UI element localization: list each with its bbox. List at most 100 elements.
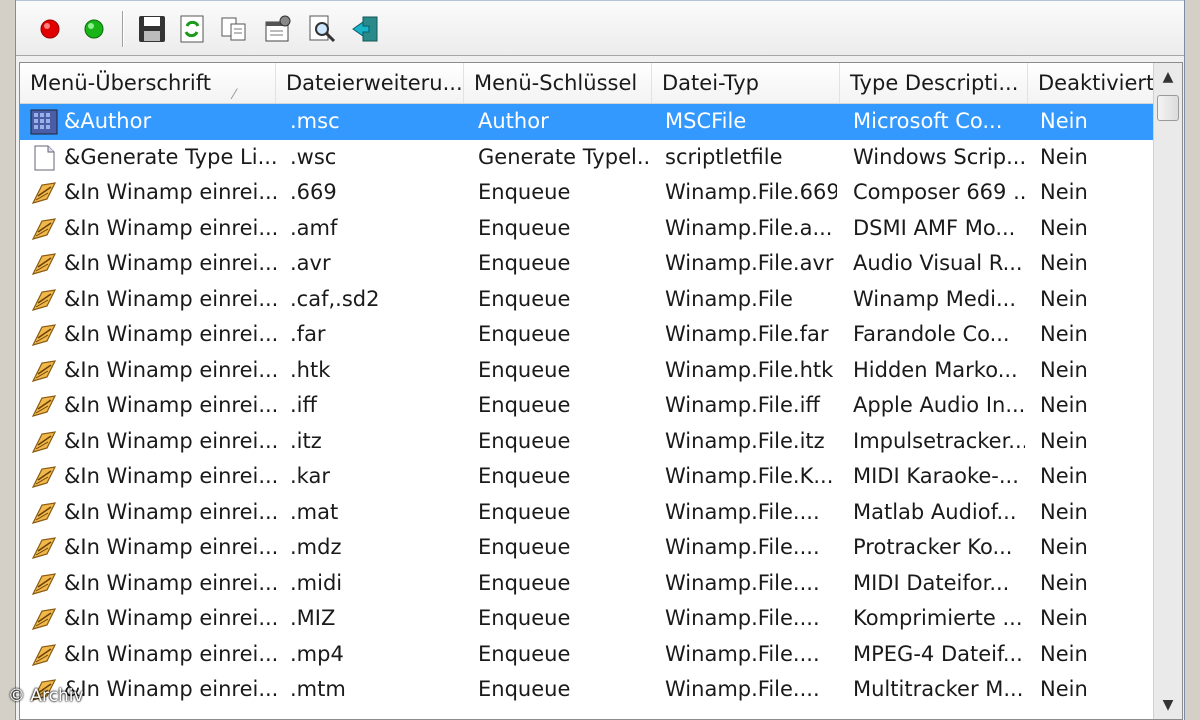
menu-key-cell: Enqueue xyxy=(478,393,571,417)
list-rows: &Author .msc Author MSCFile Microsoft Co... N… xyxy=(20,104,1154,708)
column-header-disabled[interactable]: Deaktiviert xyxy=(1028,63,1154,103)
type-description-cell: Protracker Ko... xyxy=(853,535,1013,559)
table-row[interactable]: &In Winamp einrei... .amf Enqueue Winamp.Fi… xyxy=(20,211,1154,247)
extension-cell: .kar xyxy=(290,464,330,488)
table-row[interactable]: &In Winamp einrei... .mp4 Enqueue Winamp.Fi… xyxy=(20,637,1154,673)
refresh-button[interactable] xyxy=(174,11,210,47)
disabled-cell: Nein xyxy=(1040,393,1088,417)
menu-title-cell: &In Winamp einrei... xyxy=(64,393,279,417)
menu-key-cell: Enqueue xyxy=(478,180,571,204)
properties-button[interactable] xyxy=(260,11,296,47)
save-button[interactable] xyxy=(134,11,170,47)
file-type-cell: Winamp.File.... xyxy=(665,606,820,630)
file-type-cell: Winamp.File.... xyxy=(665,535,820,559)
exit-button[interactable] xyxy=(348,11,384,47)
floppy-disk-icon xyxy=(139,16,165,42)
extension-cell: .caf,.sd2 xyxy=(290,286,380,311)
copyright-watermark: © Archiv xyxy=(8,686,84,706)
file-type-cell: Winamp.File.... xyxy=(665,499,820,524)
table-row[interactable]: &In Winamp einrei... .avr Enqueue Winamp.Fi… xyxy=(20,246,1154,282)
disabled-cell: Nein xyxy=(1040,641,1088,666)
winamp-icon xyxy=(30,499,58,527)
file-type-cell: Winamp.File.avr xyxy=(665,251,834,275)
table-row[interactable]: &In Winamp einrei... .mdz Enqueue Winamp.Fi… xyxy=(20,530,1154,566)
vertical-scrollbar[interactable]: ▲ ▼ xyxy=(1153,63,1182,719)
column-header-type-description[interactable]: Type Descripti... xyxy=(840,63,1028,103)
winamp-icon xyxy=(30,534,58,562)
type-description-cell: Komprimierte ... xyxy=(853,606,1023,630)
table-row[interactable]: &Generate Type Li... .wsc Generate Typel..… xyxy=(20,140,1154,176)
winamp-icon xyxy=(30,570,58,598)
extension-cell: .midi xyxy=(290,570,343,595)
column-header-menu-key[interactable]: Menü-Schlüssel xyxy=(464,63,652,103)
menu-key-cell: Enqueue xyxy=(478,322,571,346)
table-row[interactable]: &In Winamp einrei... .MIZ Enqueue Winamp.Fi… xyxy=(20,601,1154,637)
table-row[interactable]: &In Winamp einrei... .669 Enqueue Winamp.Fi… xyxy=(20,175,1154,211)
extension-cell: .amf xyxy=(290,215,338,240)
table-row[interactable]: &In Winamp einrei... .caf,.sd2 Enqueue Wina… xyxy=(20,282,1154,318)
menu-title-cell: &Generate Type Li... xyxy=(64,144,278,169)
type-description-cell: Impulsetracker... xyxy=(853,428,1025,453)
extension-list[interactable]: Menü-Überschrift ⁄ Dateierweiteru... Menü… xyxy=(19,62,1183,720)
table-row[interactable]: &In Winamp einrei... .far Enqueue Winamp.Fi… xyxy=(20,317,1154,353)
type-description-cell: Winamp Medi... xyxy=(853,286,1017,311)
type-description-cell: Microsoft Co... xyxy=(853,109,1003,133)
type-description-cell: Windows Scrip... xyxy=(853,144,1025,169)
disabled-cell: Nein xyxy=(1040,535,1088,559)
disabled-cell: Nein xyxy=(1040,215,1088,240)
record-green-button[interactable] xyxy=(76,11,112,47)
menu-key-cell: Enqueue xyxy=(478,606,571,630)
winamp-icon xyxy=(30,463,58,491)
menu-title-cell: &In Winamp einrei... xyxy=(64,606,279,630)
disabled-cell: Nein xyxy=(1040,322,1088,346)
search-button[interactable] xyxy=(304,11,340,47)
menu-title-cell: &In Winamp einrei... xyxy=(64,215,279,240)
copy-button[interactable] xyxy=(216,11,252,47)
table-row[interactable]: &In Winamp einrei... .itz Enqueue Winamp.Fi… xyxy=(20,424,1154,460)
type-description-cell: Audio Visual R... xyxy=(853,251,1023,275)
menu-key-cell: Enqueue xyxy=(478,570,571,595)
column-header-file-type[interactable]: Datei-Typ xyxy=(652,63,840,103)
table-row[interactable]: &In Winamp einrei... .mat Enqueue Winamp.Fi… xyxy=(20,495,1154,531)
column-header-menu-title[interactable]: Menü-Überschrift ⁄ xyxy=(20,63,276,103)
menu-key-cell: Enqueue xyxy=(478,428,571,453)
winamp-icon xyxy=(30,321,58,349)
file-type-cell: Winamp.File.... xyxy=(665,641,820,666)
toolbar-separator xyxy=(122,11,124,47)
file-type-cell: Winamp.File.669 xyxy=(665,180,837,204)
menu-key-cell: Enqueue xyxy=(478,357,571,382)
file-type-cell: Winamp.File.far xyxy=(665,322,829,346)
menu-title-cell: &In Winamp einrei... xyxy=(64,641,279,666)
app-window: Menü-Überschrift ⁄ Dateierweiteru... Menü… xyxy=(15,0,1185,720)
type-description-cell: MIDI Dateifor... xyxy=(853,570,1010,595)
msc-icon xyxy=(30,108,58,136)
winamp-icon xyxy=(30,179,58,207)
disabled-cell: Nein xyxy=(1040,286,1088,311)
file-type-cell: Winamp.File.... xyxy=(665,677,820,701)
table-row[interactable]: &In Winamp einrei... .kar Enqueue Winamp.Fi… xyxy=(20,459,1154,495)
green-dot-icon xyxy=(84,19,104,39)
file-type-cell: Winamp.File.iff xyxy=(665,393,820,417)
menu-title-cell: &In Winamp einrei... xyxy=(64,322,279,346)
extension-cell: .iff xyxy=(290,393,317,417)
winamp-icon xyxy=(30,428,58,456)
scroll-up-arrow-icon[interactable]: ▲ xyxy=(1154,65,1182,89)
scrollbar-thumb[interactable] xyxy=(1157,95,1179,121)
scroll-down-arrow-icon[interactable]: ▼ xyxy=(1154,693,1182,717)
extension-cell: .mp4 xyxy=(290,641,344,666)
search-icon xyxy=(309,15,336,43)
winamp-icon xyxy=(30,605,58,633)
table-row[interactable]: &In Winamp einrei... .mtm Enqueue Winamp.Fi… xyxy=(20,672,1154,708)
table-row[interactable]: &In Winamp einrei... .iff Enqueue Winamp.Fi… xyxy=(20,388,1154,424)
table-row[interactable]: &Author .msc Author MSCFile Microsoft Co... N… xyxy=(20,104,1154,140)
extension-cell: .htk xyxy=(290,357,331,382)
menu-key-cell: Enqueue xyxy=(478,499,571,524)
disabled-cell: Nein xyxy=(1040,499,1088,524)
menu-title-cell: &In Winamp einrei... xyxy=(64,499,279,524)
column-header-extension[interactable]: Dateierweiteru... xyxy=(276,63,464,103)
type-description-cell: MIDI Karaoke-... xyxy=(853,464,1019,488)
table-row[interactable]: &In Winamp einrei... .midi Enqueue Winamp.F… xyxy=(20,566,1154,602)
record-red-button[interactable] xyxy=(32,11,68,47)
menu-title-cell: &Author xyxy=(64,109,152,133)
table-row[interactable]: &In Winamp einrei... .htk Enqueue Winamp.Fi… xyxy=(20,353,1154,389)
